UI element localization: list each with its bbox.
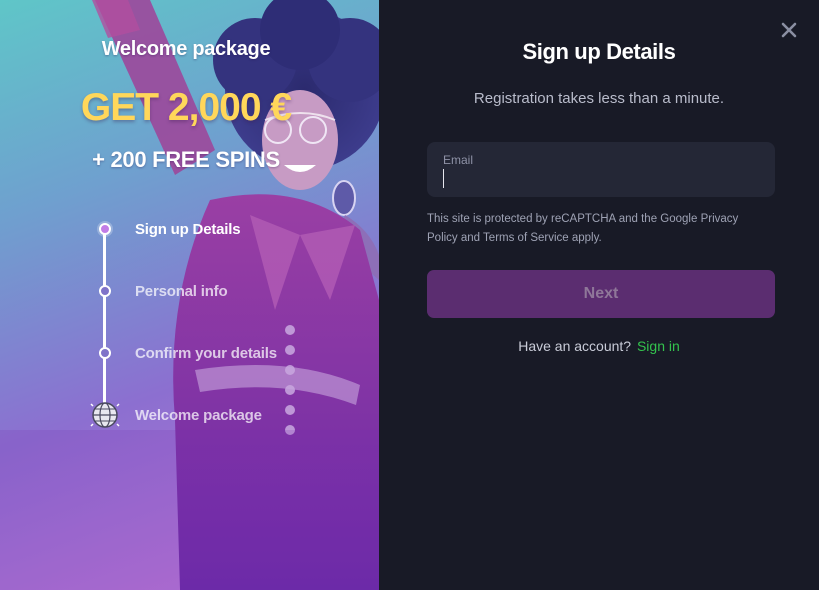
promo-panel: Welcome package GET 2,000 € + 200 FREE S… — [0, 0, 379, 590]
close-button[interactable] — [779, 20, 799, 40]
form-title: Sign up Details — [522, 39, 676, 64]
promo-amount: GET 2,000 € — [80, 86, 292, 129]
have-account-text: Have an account? — [518, 338, 632, 354]
step-dot — [99, 347, 111, 359]
step-label: Sign up Details — [135, 221, 241, 238]
promo-free-spins: + 200 FREE SPINS — [92, 147, 280, 172]
email-input[interactable] — [441, 168, 761, 190]
globe-icon — [90, 402, 120, 428]
next-button[interactable]: Next — [427, 270, 775, 318]
sign-in-link[interactable]: Sign in — [637, 338, 680, 354]
email-label: Email — [443, 153, 474, 167]
step-label: Welcome package — [135, 407, 262, 424]
step-label: Confirm your details — [135, 345, 277, 362]
signup-modal: Welcome package GET 2,000 € + 200 FREE S… — [0, 0, 819, 590]
have-account-row: Have an account? Sign in — [379, 338, 819, 354]
close-icon — [781, 22, 797, 38]
email-field-container[interactable]: Email — [427, 142, 775, 197]
step-label: Personal info — [135, 283, 228, 300]
step-dot-active — [99, 223, 111, 235]
step-dot — [99, 285, 111, 297]
form-subtitle: Registration takes less than a minute. — [473, 90, 725, 107]
signup-form-panel: Sign up Details Registration takes less … — [379, 0, 819, 590]
recaptcha-notice: This site is protected by reCAPTCHA and … — [427, 213, 739, 244]
promo-title: Welcome package — [101, 38, 271, 60]
steps-progress-line — [103, 229, 106, 413]
